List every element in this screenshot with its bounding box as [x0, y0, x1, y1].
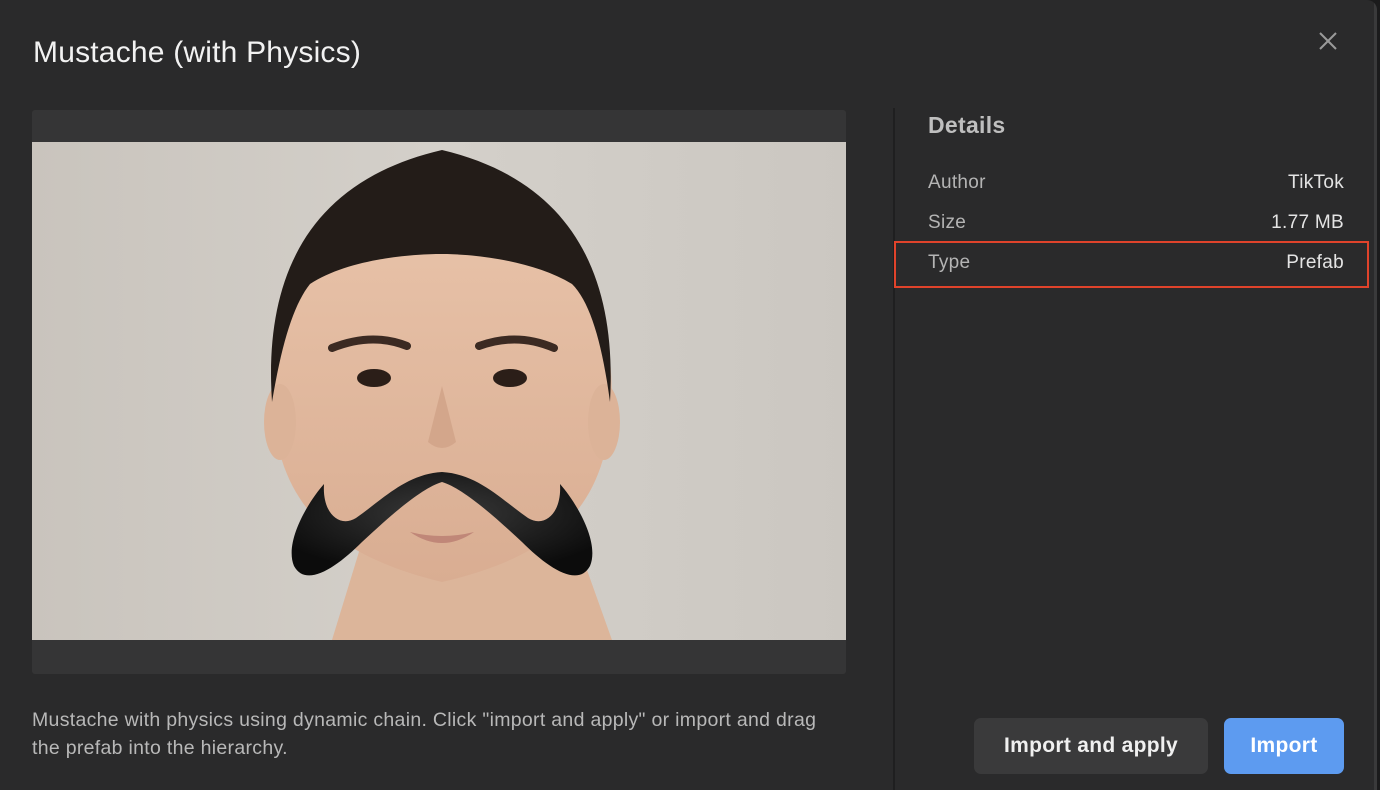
close-icon — [1319, 32, 1337, 50]
panel-divider — [893, 108, 895, 790]
preview-frame — [32, 110, 846, 674]
import-and-apply-button[interactable]: Import and apply — [974, 718, 1208, 774]
preview-image — [32, 142, 846, 640]
details-heading: Details — [928, 112, 1006, 138]
asset-detail-dialog: Mustache (with Physics) Mustache with ph… — [0, 0, 1377, 790]
detail-value: TikTok — [1288, 172, 1344, 193]
dialog-edge — [1374, 0, 1377, 790]
import-button[interactable]: Import — [1224, 718, 1344, 774]
close-button[interactable] — [1314, 27, 1342, 55]
detail-key: Size — [928, 212, 967, 233]
detail-row-author: Author TikTok — [928, 163, 1344, 203]
detail-value: 1.77 MB — [1271, 212, 1344, 233]
type-row-highlight — [894, 241, 1369, 288]
asset-description: Mustache with physics using dynamic chai… — [32, 709, 817, 759]
detail-key: Author — [928, 172, 986, 193]
dialog-title: Mustache (with Physics) — [33, 36, 362, 69]
detail-row-size: Size 1.77 MB — [928, 203, 1344, 243]
